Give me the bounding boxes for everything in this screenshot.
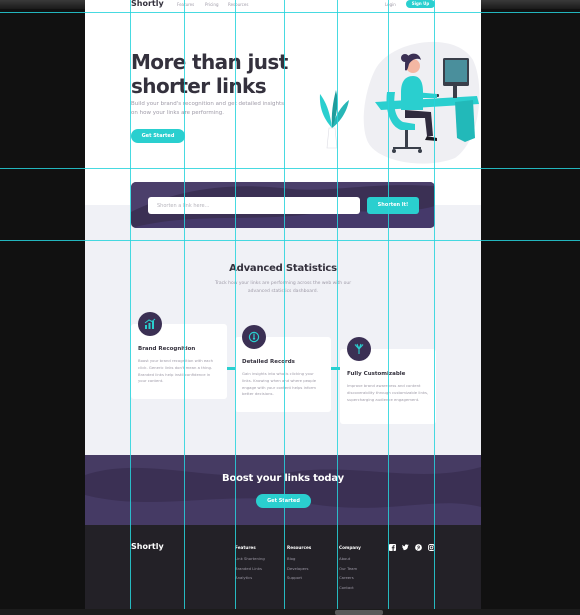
guide-line-vertical xyxy=(284,0,285,609)
card-text: Boost your brand recognition with each c… xyxy=(138,358,213,384)
footer-column-features: Features Link Shortening Branded Links A… xyxy=(235,545,285,585)
footer-link[interactable]: Branded Links xyxy=(235,566,285,571)
footer-link[interactable]: About xyxy=(339,556,389,561)
footer-link[interactable]: Our Team xyxy=(339,566,389,571)
feature-card-detailed-records: Detailed Records Gain insights into who … xyxy=(235,325,331,412)
card-title: Brand Recognition xyxy=(138,346,196,352)
hero-title: More than just shorter links xyxy=(131,50,288,98)
footer-column-title: Resources xyxy=(287,545,312,550)
footer-link[interactable]: Support xyxy=(287,575,337,580)
nav-link-pricing[interactable]: Pricing xyxy=(205,2,218,7)
login-link[interactable]: Login xyxy=(385,2,396,7)
landing-page: Shortly Features Pricing Resources Login… xyxy=(85,0,481,609)
top-nav: Shortly Features Pricing Resources Login… xyxy=(85,0,481,10)
guide-line-vertical xyxy=(235,0,236,609)
shorten-button[interactable]: Shorten It! xyxy=(367,197,419,214)
footer-link[interactable]: Blog xyxy=(287,556,337,561)
stats-title: Advanced Statistics xyxy=(229,263,337,274)
guide-line-vertical xyxy=(130,0,131,609)
hero-get-started-button[interactable]: Get Started xyxy=(131,129,185,143)
stats-subtitle: Track how your links are performing acro… xyxy=(214,281,352,294)
hero-subtitle: Build your brand's recognition and get d… xyxy=(131,101,284,116)
guide-line-horizontal xyxy=(0,12,580,13)
footer-link[interactable]: Link Shortening xyxy=(235,556,285,561)
boost-title: Boost your links today xyxy=(222,473,344,484)
boost-section: Boost your links today Get Started xyxy=(85,455,481,525)
horizontal-scrollbar-thumb[interactable] xyxy=(335,610,383,615)
nav-link-features[interactable]: Features xyxy=(177,2,194,7)
facebook-icon[interactable] xyxy=(389,544,396,551)
feature-card-brand-recognition: Brand Recognition Boost your brand recog… xyxy=(131,312,227,399)
guide-line-horizontal xyxy=(0,240,580,241)
footer-link[interactable]: Developers xyxy=(287,566,337,571)
shorten-panel: Shorten It! xyxy=(131,182,435,228)
signup-button[interactable]: Sign Up xyxy=(406,0,435,8)
card-title: Fully Customizable xyxy=(347,371,406,377)
nav-link-resources[interactable]: Resources xyxy=(228,2,248,7)
card-text: Gain insights into who is clicking your … xyxy=(242,371,317,397)
footer-column-title: Company xyxy=(339,545,361,550)
footer-column-company: Company About Our Team Careers Contact xyxy=(339,545,389,594)
guide-line-vertical xyxy=(388,0,389,609)
twitter-icon[interactable] xyxy=(402,544,409,551)
bar-chart-icon xyxy=(138,312,162,336)
gauge-icon xyxy=(242,325,266,349)
footer-column-title: Features xyxy=(235,545,256,550)
footer-link[interactable]: Analytics xyxy=(235,575,285,580)
working-person-illustration xyxy=(319,41,480,164)
brush-icon xyxy=(347,337,371,361)
guide-line-horizontal xyxy=(0,168,580,169)
footer-logo[interactable]: Shortly xyxy=(131,542,164,551)
footer-link[interactable]: Contact xyxy=(339,585,389,590)
footer-link[interactable]: Careers xyxy=(339,575,389,580)
guide-line-vertical xyxy=(184,0,185,609)
boost-bg-wave xyxy=(85,455,481,525)
footer-column-resources: Resources Blog Developers Support xyxy=(287,545,337,585)
guide-line-vertical xyxy=(337,0,338,609)
guide-line-vertical xyxy=(434,0,435,609)
card-title: Detailed Records xyxy=(242,359,295,365)
pinterest-icon[interactable] xyxy=(415,544,422,551)
logo[interactable]: Shortly xyxy=(131,0,164,8)
browser-bottom-bar xyxy=(0,609,580,615)
shorten-url-input[interactable] xyxy=(148,197,360,214)
footer: Shortly Features Link Shortening Branded… xyxy=(85,525,481,609)
